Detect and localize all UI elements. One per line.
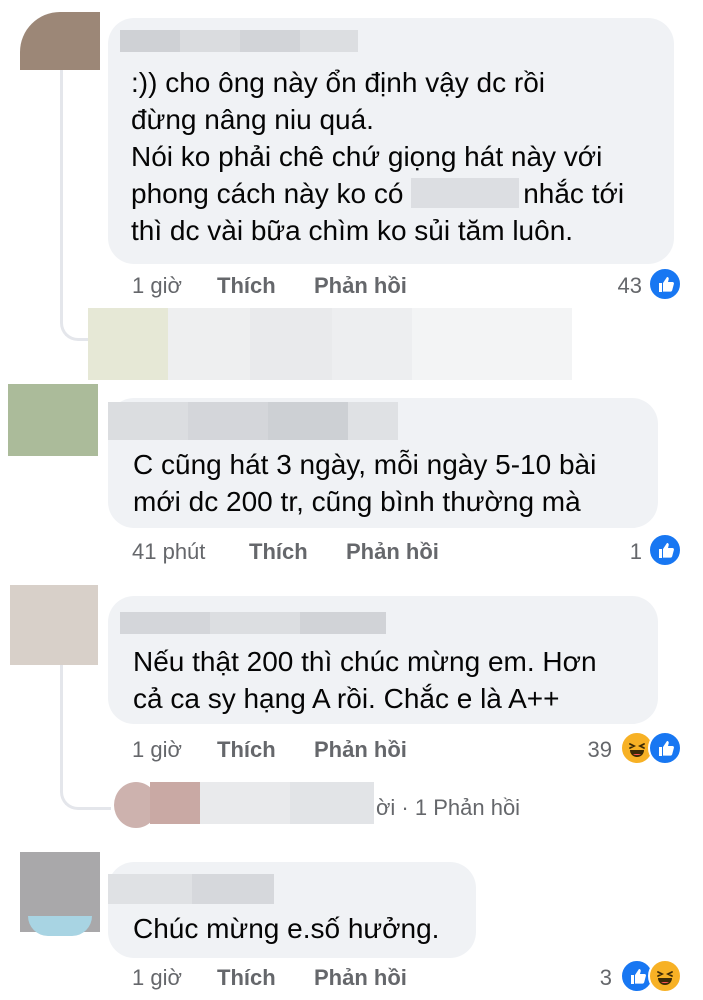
commenter-name[interactable] bbox=[240, 30, 300, 52]
commenter-name[interactable] bbox=[108, 402, 188, 440]
comment-text: phong cách này ko có nhắc tới bbox=[131, 175, 624, 212]
comment-text: thì dc vài bữa chìm ko sủi tăm luôn. bbox=[131, 215, 574, 246]
avatar[interactable] bbox=[10, 585, 98, 665]
avatar-edge bbox=[28, 916, 92, 936]
commenter-name[interactable] bbox=[300, 612, 386, 634]
thread-line bbox=[60, 70, 93, 341]
commenter-name[interactable] bbox=[188, 402, 268, 440]
comment-text-part: nhắc tới bbox=[523, 178, 625, 209]
haha-icon bbox=[648, 959, 682, 993]
reply-preview-blur bbox=[168, 308, 250, 380]
like-icon bbox=[648, 731, 682, 765]
like-button[interactable]: Thích bbox=[217, 737, 276, 763]
reply-button[interactable]: Phản hồi bbox=[314, 273, 407, 299]
reply-preview-blur bbox=[200, 782, 290, 824]
like-button[interactable]: Thích bbox=[217, 965, 276, 991]
comment-text: C cũng hát 3 ngày, mỗi ngày 5-10 bài bbox=[133, 449, 597, 480]
like-button[interactable]: Thích bbox=[249, 539, 308, 565]
like-button[interactable]: Thích bbox=[217, 273, 276, 299]
timestamp[interactable]: 41 phút bbox=[132, 539, 205, 565]
comment-text: mới dc 200 tr, cũng bình thường mà bbox=[133, 486, 581, 517]
view-replies-link[interactable]: ời · 1 Phản hồi bbox=[376, 795, 520, 821]
timestamp[interactable]: 1 giờ bbox=[132, 737, 182, 763]
reaction-count[interactable]: 43 bbox=[600, 273, 642, 299]
commenter-name[interactable] bbox=[210, 612, 300, 634]
comment-text: Chúc mừng e.số hưởng. bbox=[133, 913, 440, 944]
like-icon bbox=[648, 267, 682, 301]
reaction-count[interactable]: 1 bbox=[610, 539, 642, 565]
avatar[interactable] bbox=[20, 12, 100, 70]
reply-button[interactable]: Phản hồi bbox=[346, 539, 439, 565]
reply-preview-blur bbox=[250, 308, 332, 380]
comment-text: Nói ko phải chê chứ giọng hát này với bbox=[131, 141, 603, 172]
reaction-count[interactable]: 3 bbox=[586, 965, 612, 991]
timestamp[interactable]: 1 giờ bbox=[132, 273, 182, 299]
reply-button[interactable]: Phản hồi bbox=[314, 965, 407, 991]
commenter-name[interactable] bbox=[120, 612, 210, 634]
commenter-name[interactable] bbox=[348, 402, 398, 440]
like-icon bbox=[648, 533, 682, 567]
comment-text: :)) cho ông này ổn định vậy dc rồi bbox=[131, 67, 546, 98]
commenter-name[interactable] bbox=[192, 874, 274, 904]
timestamp[interactable]: 1 giờ bbox=[132, 965, 182, 991]
comment-text-part: phong cách này ko có bbox=[131, 178, 404, 209]
comment-text: cả ca sy hạng A rồi. Chắc e là A++ bbox=[133, 683, 560, 714]
reply-preview-avatar[interactable] bbox=[88, 308, 168, 380]
avatar[interactable] bbox=[8, 384, 98, 456]
thread-line bbox=[60, 665, 111, 810]
reply-preview-blur bbox=[150, 782, 200, 824]
commenter-name[interactable] bbox=[300, 30, 358, 52]
comment-text: đừng nâng niu quá. bbox=[131, 104, 374, 135]
reaction-count[interactable]: 39 bbox=[572, 737, 612, 763]
commenter-name[interactable] bbox=[180, 30, 240, 52]
commenter-name[interactable] bbox=[268, 402, 348, 440]
commenter-name[interactable] bbox=[108, 874, 192, 904]
redacted-name bbox=[411, 178, 520, 208]
reply-preview-blur bbox=[290, 782, 374, 824]
reply-button[interactable]: Phản hồi bbox=[314, 737, 407, 763]
comment-text: Nếu thật 200 thì chúc mừng em. Hơn bbox=[133, 646, 597, 677]
reply-preview-blur bbox=[412, 308, 572, 380]
reply-preview-blur bbox=[332, 308, 412, 380]
commenter-name[interactable] bbox=[120, 30, 180, 52]
